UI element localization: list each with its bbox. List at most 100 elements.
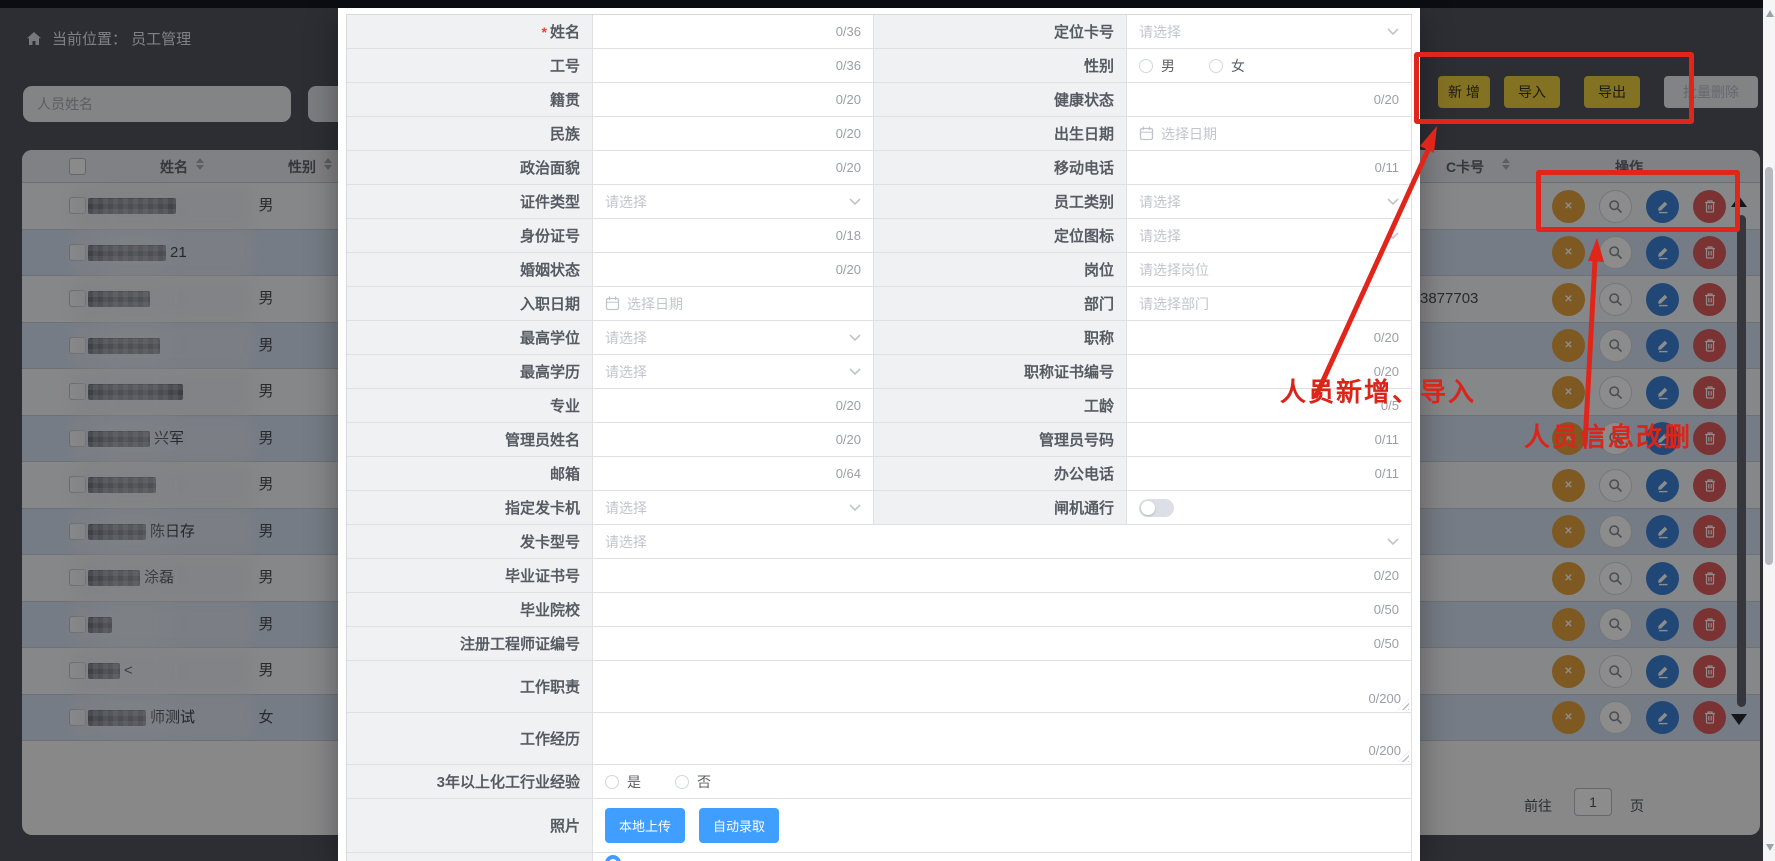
field-select[interactable]: 请选择 (1127, 185, 1412, 219)
field-text[interactable]: 0/20 (593, 423, 874, 457)
modal-form-row: 毕业院校0/50 (347, 593, 1412, 627)
field-select[interactable]: 请选择 (1127, 15, 1412, 49)
char-counter: 0/36 (836, 24, 861, 39)
modal-form-row: 入职日期选择日期部门请选择部门 (347, 287, 1412, 321)
field-text[interactable]: 0/11 (1127, 457, 1412, 491)
field-text[interactable]: 0/18 (593, 219, 874, 253)
local-upload-button[interactable]: 本地上传 (605, 808, 685, 843)
field-label: 3年以上化工行业经验 (347, 765, 593, 799)
field-label: 身份证号 (347, 219, 593, 253)
field-text[interactable]: 0/36 (593, 49, 874, 83)
radio-button[interactable] (1139, 59, 1153, 73)
field-text[interactable]: 0/20 (593, 117, 874, 151)
field-select[interactable]: 请选择 (593, 525, 1412, 559)
scrollbar-up-icon[interactable] (1766, 10, 1774, 17)
modal-form-row: 工作经历 0/200 (347, 713, 1412, 765)
field-label: 员工类别 (874, 185, 1127, 219)
field-text[interactable]: 请选择岗位 (1127, 253, 1412, 287)
field-label: 出生日期 (874, 117, 1127, 151)
field-label: 毕业证书号 (347, 559, 593, 593)
field-date[interactable]: 选择日期 (1127, 117, 1412, 151)
toggle-switch[interactable] (1139, 499, 1174, 517)
field-placeholder: 请选择 (605, 498, 647, 518)
scrollbar-down-icon[interactable] (1766, 844, 1774, 851)
field-label: 毕业院校 (347, 593, 593, 627)
char-counter: 0/20 (1374, 330, 1399, 345)
field-placeholder: 请选择 (1139, 192, 1181, 212)
radio-button[interactable] (605, 775, 619, 789)
field-placeholder: 选择日期 (627, 294, 683, 314)
field-text[interactable]: 0/20 (593, 83, 874, 117)
field-text[interactable]: 0/20 (1127, 321, 1412, 355)
field-photo[interactable]: 本地上传自动录取 (593, 799, 1412, 853)
modal-form-row: 民族0/20出生日期 选择日期 (347, 117, 1412, 151)
field-label: 工作经历 (347, 713, 593, 765)
modal-form-row: 证件类型请选择员工类别请选择 (347, 185, 1412, 219)
field-label: 职称证书编号 (874, 355, 1127, 389)
field-select[interactable]: 请选择 (593, 321, 874, 355)
field-text[interactable]: 0/20 (593, 559, 1412, 593)
field-text[interactable]: 0/20 (593, 253, 874, 287)
radio-label: 是 (627, 772, 641, 792)
field-text[interactable]: 0/11 (1127, 151, 1412, 185)
char-counter: 0/20 (1374, 568, 1399, 583)
field-placeholder: 请选择 (605, 328, 647, 348)
char-counter: 0/20 (1374, 92, 1399, 107)
field-label: 移动电话 (874, 151, 1127, 185)
field-text[interactable]: 0/20 (593, 389, 874, 423)
field-radio[interactable]: 男女 (1127, 49, 1412, 83)
modal-form-row: 注册工程师证编号0/50 (347, 627, 1412, 661)
radio-button[interactable] (1209, 59, 1223, 73)
auto-capture-button[interactable]: 自动录取 (699, 808, 779, 843)
char-counter: 0/20 (836, 92, 861, 107)
modal-form-row: 工号0/36性别男女 (347, 49, 1412, 83)
field-select[interactable]: 请选择 (593, 185, 874, 219)
field-label: 邮箱 (347, 457, 593, 491)
field-select[interactable]: 请选择 (593, 491, 874, 525)
field-toggle[interactable] (1127, 491, 1412, 525)
radio-label: 男 (1161, 56, 1175, 76)
modal-form-row: 最高学历请选择职称证书编号0/20 (347, 355, 1412, 389)
radio-label: 否 (697, 772, 711, 792)
field-label: 注册工程师证编号 (347, 627, 593, 661)
modal-form-row: 政治面貌0/20移动电话0/11 (347, 151, 1412, 185)
field-placeholder: 请选择 (605, 192, 647, 212)
radio-button[interactable] (675, 775, 689, 789)
field-textarea[interactable]: 0/200 (593, 661, 1412, 713)
field-text[interactable]: 0/20 (593, 151, 874, 185)
radio-label: 女 (1231, 56, 1245, 76)
field-text[interactable]: 0/64 (593, 457, 874, 491)
field-label: 办公电话 (874, 457, 1127, 491)
field-label: 工龄 (874, 389, 1127, 423)
field-text[interactable]: 0/50 (593, 593, 1412, 627)
chevron-down-icon (849, 368, 861, 375)
field-placeholder: 选择日期 (1161, 124, 1217, 144)
field-label: 工作职责 (347, 661, 593, 713)
char-counter: 0/200 (1368, 743, 1401, 758)
field-label (347, 853, 593, 861)
field-text[interactable] (593, 853, 1412, 861)
modal-form-row: 管理员姓名0/20管理员号码0/11 (347, 423, 1412, 457)
field-label: 岗位 (874, 253, 1127, 287)
field-label: 管理员姓名 (347, 423, 593, 457)
radio-selected-icon[interactable] (605, 855, 621, 861)
field-select[interactable]: 请选择 (593, 355, 874, 389)
field-label: 照片 (347, 799, 593, 853)
field-text[interactable]: 0/20 (1127, 83, 1412, 117)
modal-form-row: 最高学位请选择职称0/20 (347, 321, 1412, 355)
field-date[interactable]: 选择日期 (593, 287, 874, 321)
field-textarea[interactable]: 0/200 (593, 713, 1412, 765)
field-placeholder: 请选择 (1139, 22, 1181, 42)
chevron-down-icon (1387, 232, 1399, 239)
browser-scrollbar-thumb[interactable] (1765, 167, 1773, 565)
field-label: 民族 (347, 117, 593, 151)
modal-form-row: 婚姻状态0/20岗位请选择岗位 (347, 253, 1412, 287)
field-radio[interactable]: 是否 (593, 765, 1412, 799)
field-text[interactable]: 0/11 (1127, 423, 1412, 457)
char-counter: 0/20 (836, 432, 861, 447)
field-text[interactable]: 请选择部门 (1127, 287, 1412, 321)
field-select[interactable]: 请选择 (1127, 219, 1412, 253)
field-text[interactable]: 0/36 (593, 15, 874, 49)
field-text[interactable]: 0/50 (593, 627, 1412, 661)
chevron-down-icon (849, 334, 861, 341)
